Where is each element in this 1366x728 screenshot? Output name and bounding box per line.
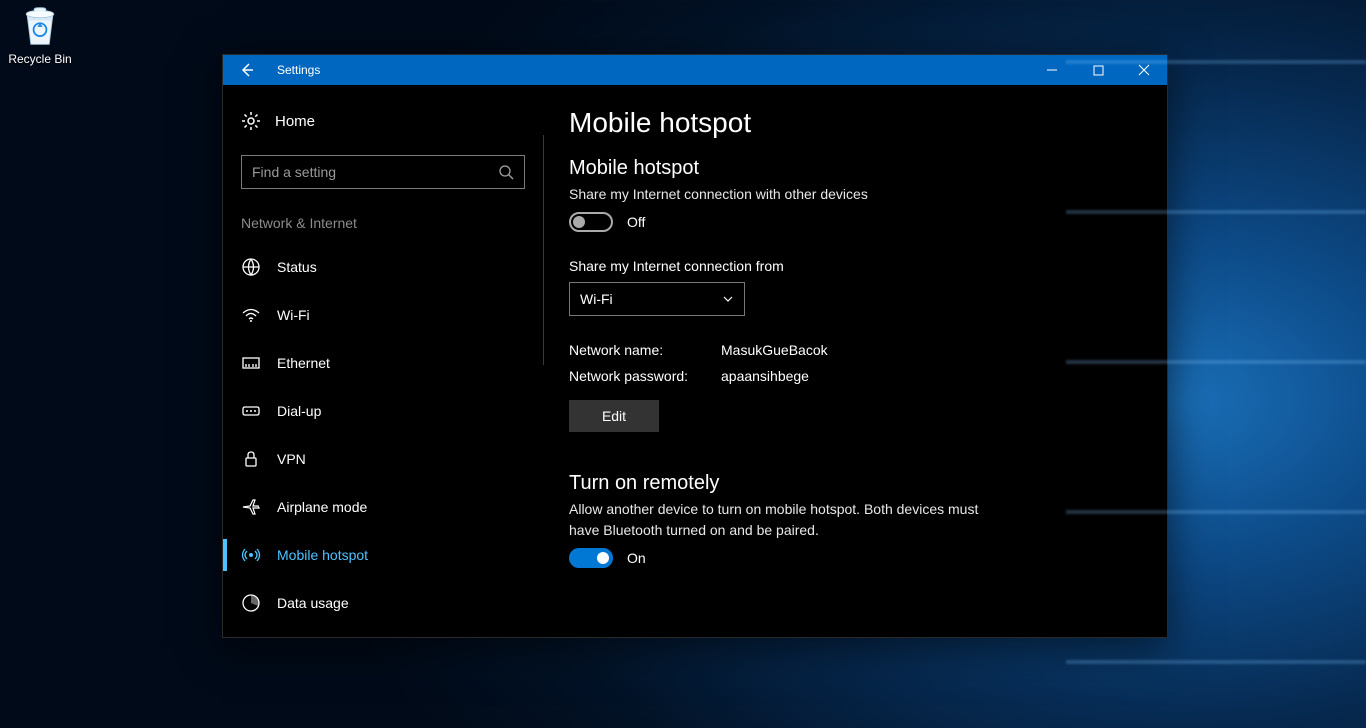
hotspot-heading: Mobile hotspot [569, 157, 1127, 180]
nav-label: Ethernet [277, 355, 330, 371]
sidebar: Home Network & Internet Status Wi-Fi [223, 85, 543, 637]
hotspot-toggle-label: Off [627, 214, 645, 230]
nav-data-usage[interactable]: Data usage [223, 579, 543, 627]
nav-label: Data usage [277, 595, 349, 611]
recycle-bin[interactable]: Recycle Bin [8, 4, 72, 66]
recycle-bin-label: Recycle Bin [8, 52, 72, 66]
minimize-button[interactable] [1029, 55, 1075, 85]
page-title: Mobile hotspot [569, 107, 1127, 139]
nav-label: Dial-up [277, 403, 321, 419]
network-password-value: apaansihbege [721, 368, 809, 384]
chevron-down-icon [722, 293, 734, 305]
dialup-icon [241, 401, 261, 421]
search-icon [498, 164, 514, 180]
home-label: Home [275, 113, 315, 130]
hotspot-toggle[interactable] [569, 212, 613, 232]
nav-label: Status [277, 259, 317, 275]
gear-icon [241, 111, 261, 131]
network-name-value: MasukGueBacok [721, 342, 828, 358]
share-from-label: Share my Internet connection from [569, 258, 1127, 274]
network-password-label: Network password: [569, 368, 721, 384]
vpn-icon [241, 449, 261, 469]
datausage-icon [241, 593, 261, 613]
edit-button[interactable]: Edit [569, 400, 659, 432]
nav-mobile-hotspot[interactable]: Mobile hotspot [223, 531, 543, 579]
share-from-select[interactable]: Wi-Fi [569, 282, 745, 316]
nav-label: Wi-Fi [277, 307, 310, 323]
nav-dialup[interactable]: Dial-up [223, 387, 543, 435]
nav-ethernet[interactable]: Ethernet [223, 339, 543, 387]
nav-label: VPN [277, 451, 306, 467]
maximize-button[interactable] [1075, 55, 1121, 85]
remote-toggle[interactable] [569, 548, 613, 568]
close-button[interactable] [1121, 55, 1167, 85]
nav-list: Status Wi-Fi Ethernet Dial-up VPN [223, 243, 543, 627]
globe-icon [241, 257, 261, 277]
airplane-icon [241, 497, 261, 517]
nav-label: Mobile hotspot [277, 547, 368, 563]
share-from-value: Wi-Fi [580, 291, 613, 307]
remote-desc: Allow another device to turn on mobile h… [569, 499, 999, 540]
titlebar: Settings [223, 55, 1167, 85]
home-link[interactable]: Home [223, 105, 543, 137]
hotspot-icon [241, 545, 261, 565]
search-input[interactable] [241, 155, 525, 189]
nav-airplane[interactable]: Airplane mode [223, 483, 543, 531]
nav-wifi[interactable]: Wi-Fi [223, 291, 543, 339]
window-title: Settings [271, 55, 1029, 85]
nav-vpn[interactable]: VPN [223, 435, 543, 483]
nav-label: Airplane mode [277, 499, 367, 515]
ethernet-icon [241, 353, 261, 373]
recycle-bin-icon [18, 4, 62, 48]
settings-window: Settings Home Network & I [222, 54, 1168, 638]
content: Mobile hotspot Mobile hotspot Share my I… [543, 85, 1167, 637]
back-button[interactable] [223, 55, 271, 85]
wifi-icon [241, 305, 261, 325]
hotspot-desc: Share my Internet connection with other … [569, 184, 999, 204]
search-field[interactable] [252, 164, 498, 180]
network-name-label: Network name: [569, 342, 721, 358]
remote-toggle-label: On [627, 550, 646, 566]
nav-status[interactable]: Status [223, 243, 543, 291]
section-label: Network & Internet [223, 189, 543, 237]
remote-heading: Turn on remotely [569, 472, 1127, 495]
